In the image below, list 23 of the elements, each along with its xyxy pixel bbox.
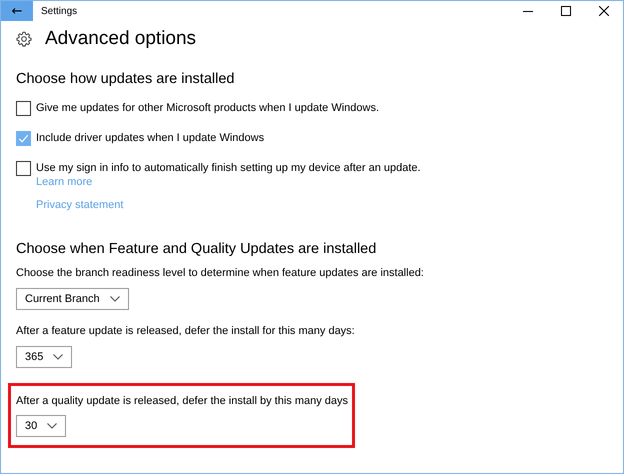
dropdown[interactable]: 30 bbox=[16, 415, 66, 437]
maximize-icon bbox=[561, 6, 571, 16]
chevron-down-icon bbox=[47, 423, 58, 429]
setting-label: After a feature update is released, defer the install for this many days: bbox=[16, 325, 355, 337]
section-heading: Choose how updates are installed bbox=[16, 71, 236, 87]
checkbox[interactable] bbox=[16, 101, 31, 116]
checkbox[interactable] bbox=[16, 161, 31, 176]
gear-icon bbox=[16, 31, 32, 47]
chevron-down-icon bbox=[53, 354, 64, 360]
checkbox-label: Include driver updates when I update Windows bbox=[36, 132, 264, 144]
window-title: Settings bbox=[41, 6, 78, 16]
checkbox-label: Give me updates for other Microsoft products when I update Windows. bbox=[36, 102, 379, 114]
chevron-down-icon bbox=[110, 296, 120, 302]
setting-label: Choose the branch readiness level to determine when feature updates are installed: bbox=[16, 267, 424, 279]
back-button[interactable]: ← bbox=[1, 1, 33, 21]
page-title: Advanced options bbox=[45, 28, 196, 50]
setting-label: After a quality update is released, defer the install by this many days bbox=[16, 395, 348, 407]
section-heading: Choose when Feature and Quality Updates are installed bbox=[16, 241, 378, 257]
dropdown[interactable]: 365 bbox=[16, 346, 72, 368]
checkbox-label: Use my sign in info to automatically finish setting up my device after an update. bbox=[36, 162, 421, 174]
dropdown[interactable]: Current Branch bbox=[16, 288, 129, 310]
checkbox[interactable] bbox=[16, 131, 31, 146]
close-icon bbox=[599, 6, 609, 16]
